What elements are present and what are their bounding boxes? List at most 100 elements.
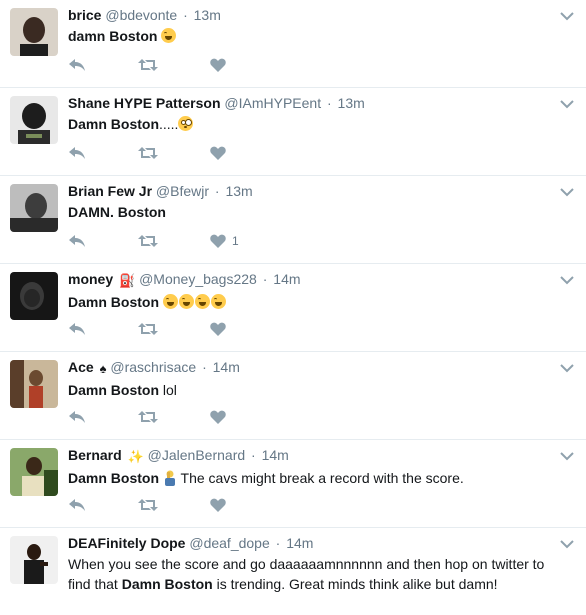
tweet-text: When you see the score and go daaaaaamnn… bbox=[68, 554, 558, 594]
highlight-text: Damn Boston bbox=[121, 576, 213, 592]
tweet-header: Shane HYPE Patterson @IAmHYPEent · 13m bbox=[68, 94, 558, 112]
tweet-content: Ace ♠ @raschrisace · 14m Damn Boston lol bbox=[68, 358, 558, 400]
tweet-text: Damn Boston lol bbox=[68, 380, 558, 400]
avatar[interactable] bbox=[10, 360, 58, 408]
tweet-actions bbox=[68, 144, 278, 162]
tweet[interactable]: money ⛽ @Money_bags228 · 14m Damn Boston bbox=[0, 264, 586, 352]
timestamp[interactable]: 14m bbox=[286, 535, 313, 551]
highlight-text: Damn Boston bbox=[68, 470, 159, 486]
tweet-content: money ⛽ @Money_bags228 · 14m Damn Boston bbox=[68, 270, 558, 312]
facepalm-emoji-icon bbox=[163, 470, 177, 486]
chevron-down-icon[interactable] bbox=[560, 8, 574, 21]
avatar[interactable] bbox=[10, 536, 58, 584]
retweet-button[interactable] bbox=[138, 498, 158, 512]
heart-icon bbox=[210, 234, 226, 248]
chevron-down-icon[interactable] bbox=[560, 272, 574, 285]
fullname[interactable]: Bernard bbox=[68, 447, 122, 463]
reply-button[interactable] bbox=[68, 58, 86, 72]
username[interactable]: @Bfewjr bbox=[156, 183, 209, 199]
retweet-icon bbox=[138, 323, 158, 335]
reply-button[interactable] bbox=[68, 322, 86, 336]
retweet-icon bbox=[138, 235, 158, 247]
tweet-header: brice @bdevonte · 13m bbox=[68, 6, 558, 24]
fullname[interactable]: Brian Few Jr bbox=[68, 183, 152, 199]
laughing-emoji-icon bbox=[194, 294, 210, 309]
timestamp[interactable]: 14m bbox=[262, 447, 289, 463]
timestamp[interactable]: 14m bbox=[213, 359, 240, 375]
tweet-text: DAMN. Boston bbox=[68, 202, 558, 222]
fullname[interactable]: Shane HYPE Patterson bbox=[68, 95, 221, 111]
tweet-content: Bernard ✨ @JalenBernard · 14m Damn Bosto… bbox=[68, 446, 558, 488]
fullname[interactable]: brice bbox=[68, 7, 101, 23]
like-button[interactable] bbox=[210, 146, 226, 160]
avatar[interactable] bbox=[10, 272, 58, 320]
separator: · bbox=[275, 535, 281, 551]
reply-icon bbox=[69, 499, 85, 511]
highlight-text: damn Boston bbox=[68, 28, 158, 44]
retweet-button[interactable] bbox=[138, 58, 158, 72]
tweet-text-rest: is trending. Great minds think alike but… bbox=[216, 576, 498, 592]
username[interactable]: @IAmHYPEent bbox=[224, 95, 321, 111]
flushed-emoji-icon bbox=[178, 116, 194, 131]
highlight-text: Damn Boston bbox=[68, 382, 159, 398]
tweet-content: DEAFinitely Dope @deaf_dope · 14m When y… bbox=[68, 534, 558, 594]
like-button[interactable]: 1 bbox=[210, 234, 239, 248]
tweet-header: Brian Few Jr @Bfewjr · 13m bbox=[68, 182, 558, 200]
username[interactable]: @JalenBernard bbox=[148, 447, 246, 463]
timestamp[interactable]: 13m bbox=[225, 183, 252, 199]
chevron-down-icon[interactable] bbox=[560, 96, 574, 109]
fullname[interactable]: DEAFinitely Dope bbox=[68, 535, 185, 551]
retweet-button[interactable] bbox=[138, 322, 158, 336]
tweet[interactable]: Bernard ✨ @JalenBernard · 14m Damn Bosto… bbox=[0, 440, 586, 528]
reply-button[interactable] bbox=[68, 410, 86, 424]
laughing-emoji-icon bbox=[161, 28, 177, 43]
separator: · bbox=[326, 95, 332, 111]
reply-icon bbox=[69, 411, 85, 423]
reply-button[interactable] bbox=[68, 146, 86, 160]
timestamp[interactable]: 14m bbox=[273, 271, 300, 287]
chevron-down-icon[interactable] bbox=[560, 536, 574, 549]
tweet[interactable]: Ace ♠ @raschrisace · 14m Damn Boston lol bbox=[0, 352, 586, 440]
username[interactable]: @raschrisace bbox=[110, 359, 196, 375]
reply-button[interactable] bbox=[68, 234, 86, 248]
heart-icon bbox=[210, 58, 226, 72]
like-button[interactable] bbox=[210, 498, 226, 512]
highlight-text: Damn Boston bbox=[68, 294, 159, 310]
tweet-content: brice @bdevonte · 13m damn Boston bbox=[68, 6, 558, 46]
tweet[interactable]: DEAFinitely Dope @deaf_dope · 14m When y… bbox=[0, 528, 586, 615]
avatar[interactable] bbox=[10, 8, 58, 56]
like-button[interactable] bbox=[210, 58, 226, 72]
tweet[interactable]: brice @bdevonte · 13m damn Boston bbox=[0, 0, 586, 88]
username[interactable]: @Money_bags228 bbox=[139, 271, 257, 287]
avatar[interactable] bbox=[10, 96, 58, 144]
heart-icon bbox=[210, 498, 226, 512]
chevron-down-icon[interactable] bbox=[560, 360, 574, 373]
timestamp[interactable]: 13m bbox=[194, 7, 221, 23]
reply-button[interactable] bbox=[68, 498, 86, 512]
tweet[interactable]: Brian Few Jr @Bfewjr · 13m DAMN. Boston … bbox=[0, 176, 586, 264]
tweet[interactable]: Shane HYPE Patterson @IAmHYPEent · 13m D… bbox=[0, 88, 586, 176]
separator: · bbox=[262, 271, 268, 287]
retweet-button[interactable] bbox=[138, 234, 158, 248]
retweet-button[interactable] bbox=[138, 410, 158, 424]
chevron-down-icon[interactable] bbox=[560, 448, 574, 461]
avatar[interactable] bbox=[10, 184, 58, 232]
fullname[interactable]: Ace bbox=[68, 359, 94, 375]
timestamp[interactable]: 13m bbox=[338, 95, 365, 111]
heart-icon bbox=[210, 410, 226, 424]
like-count: 1 bbox=[232, 234, 239, 248]
chevron-down-icon[interactable] bbox=[560, 184, 574, 197]
heart-icon bbox=[210, 322, 226, 336]
avatar[interactable] bbox=[10, 448, 58, 496]
username[interactable]: @deaf_dope bbox=[189, 535, 269, 551]
username[interactable]: @bdevonte bbox=[105, 7, 177, 23]
retweet-icon bbox=[138, 59, 158, 71]
like-button[interactable] bbox=[210, 322, 226, 336]
heart-icon bbox=[210, 146, 226, 160]
reply-icon bbox=[69, 235, 85, 247]
retweet-button[interactable] bbox=[138, 146, 158, 160]
tweet-text: Damn Boston bbox=[68, 292, 558, 312]
reply-icon bbox=[69, 59, 85, 71]
fullname[interactable]: money bbox=[68, 271, 113, 287]
like-button[interactable] bbox=[210, 410, 226, 424]
